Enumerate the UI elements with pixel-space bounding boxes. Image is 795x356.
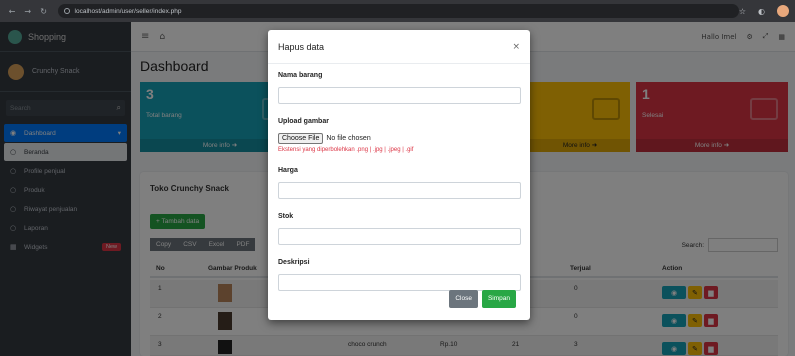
modal-footer: Close Simpan (449, 290, 516, 308)
url-text: localhost/admin/user/seller/index.php (74, 7, 182, 15)
browser-toolbar: ← → ↻ localhost/admin/user/seller/index.… (0, 0, 795, 22)
upload-gambar-label: Upload gambar (278, 118, 329, 125)
nama-barang-input[interactable] (278, 87, 521, 104)
modal-body: Nama barang Upload gambar Choose File No… (268, 64, 530, 313)
reload-icon[interactable]: ↻ (38, 5, 50, 17)
choose-file-button[interactable]: Choose File (278, 133, 324, 144)
deskripsi-input[interactable] (278, 274, 521, 291)
file-help-text: Ekstensi yang diperbolehkan .png | .jpg … (278, 147, 414, 153)
forward-icon[interactable]: → (22, 5, 34, 17)
save-button[interactable]: Simpan (481, 290, 516, 308)
stok-label: Stok (278, 213, 294, 220)
bookmark-star-icon[interactable]: ☆ (739, 7, 746, 16)
modal-header: Hapus data × (268, 30, 530, 64)
browser-profile-avatar[interactable] (777, 5, 789, 17)
close-icon[interactable]: × (512, 42, 520, 52)
file-status-text: No file chosen (326, 135, 371, 142)
file-upload-field: Choose File No file chosen (278, 133, 520, 144)
site-info-icon[interactable] (63, 8, 70, 14)
modal-title: Hapus data (278, 41, 325, 52)
nama-barang-label: Nama barang (278, 72, 323, 79)
back-icon[interactable]: ← (6, 5, 18, 17)
extensions-icon[interactable]: ◐ (758, 7, 765, 16)
harga-label: Harga (278, 167, 298, 174)
hapus-data-modal: Hapus data × Nama barang Upload gambar C… (268, 30, 530, 320)
harga-input[interactable] (278, 182, 521, 199)
close-button[interactable]: Close (449, 290, 478, 308)
deskripsi-label: Deskripsi (278, 259, 310, 266)
stok-input[interactable] (278, 228, 521, 245)
address-bar[interactable]: localhost/admin/user/seller/index.php (57, 4, 739, 18)
